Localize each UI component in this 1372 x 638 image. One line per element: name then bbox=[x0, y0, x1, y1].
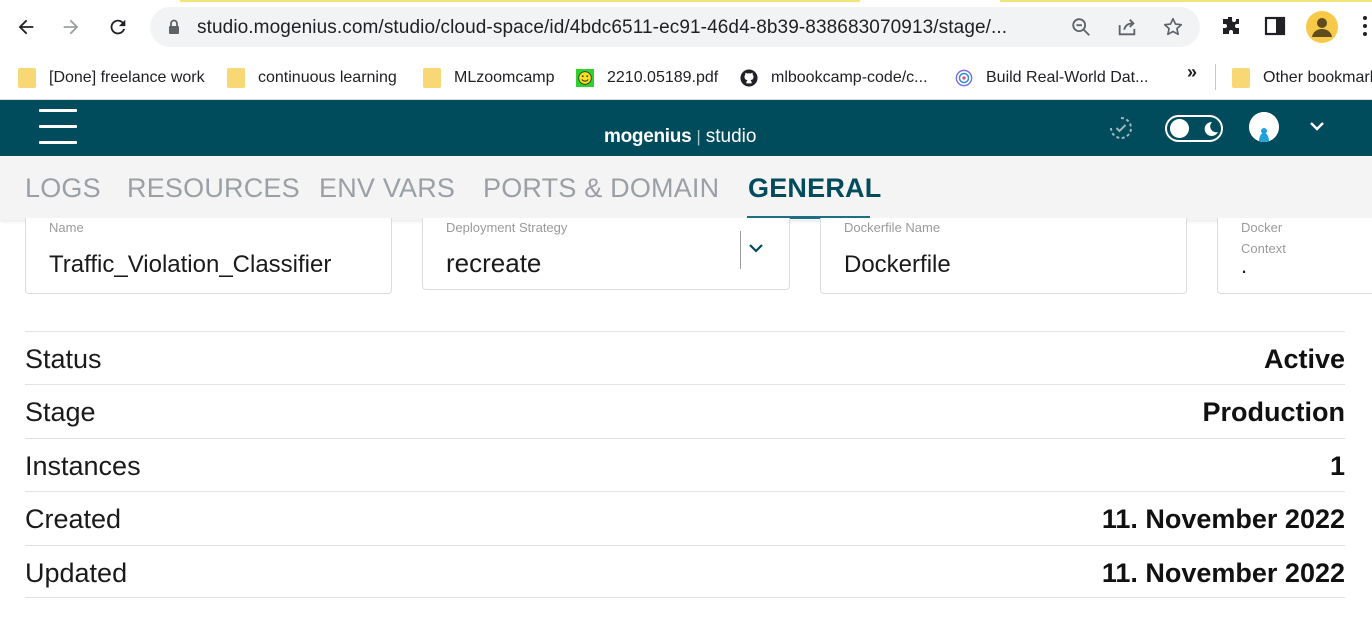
deployment-strategy-select[interactable]: Deployment Strategy recreate bbox=[422, 218, 790, 290]
info-key: Instances bbox=[25, 450, 141, 481]
info-row-created: Created 11. November 2022 bbox=[25, 491, 1345, 544]
extensions-icon[interactable] bbox=[1219, 14, 1243, 38]
status-check-icon[interactable] bbox=[1109, 116, 1133, 140]
bookmark-label: 2210.05189.pdf bbox=[607, 69, 719, 86]
folder-icon bbox=[1232, 68, 1250, 88]
field-label: Dockerfile Name bbox=[844, 220, 941, 235]
chevron-down-icon[interactable] bbox=[1308, 118, 1326, 134]
dockerfile-name-field[interactable]: Dockerfile Name Dockerfile bbox=[820, 218, 1187, 294]
brand-product: studio bbox=[705, 126, 757, 147]
menu-icon[interactable] bbox=[39, 109, 77, 147]
bookmark-label: MLzoomcamp bbox=[454, 69, 555, 86]
tab-env-vars[interactable]: ENV VARS bbox=[319, 173, 455, 204]
theme-toggle[interactable] bbox=[1165, 115, 1223, 142]
field-label: Deployment Strategy bbox=[446, 220, 568, 235]
address-bar[interactable]: studio.mogenius.com/studio/cloud-space/i… bbox=[150, 7, 1200, 47]
loading-bar bbox=[0, 0, 1372, 2]
docker-context-field[interactable]: Docker Context . bbox=[1217, 218, 1372, 294]
name-field[interactable]: Name Traffic_Violation_Classifier bbox=[25, 218, 392, 294]
field-label: Docker bbox=[1241, 220, 1283, 235]
chevron-down-icon[interactable] bbox=[747, 241, 765, 255]
info-row-status: Status Active bbox=[25, 331, 1345, 384]
bookmark-github[interactable]: mlbookcamp-code/c... bbox=[740, 65, 928, 91]
profile-avatar[interactable] bbox=[1306, 11, 1338, 43]
folder-icon bbox=[18, 68, 36, 88]
brand-separator: | bbox=[696, 127, 701, 146]
person-icon bbox=[1312, 18, 1332, 37]
smiley-icon bbox=[576, 69, 594, 87]
info-value: 11. November 2022 bbox=[1101, 504, 1345, 535]
brand-logo[interactable]: mogenius | studio bbox=[604, 126, 756, 148]
arrow-right-icon bbox=[63, 19, 79, 35]
bookmark-freelance-work[interactable]: [Done] freelance work bbox=[18, 65, 205, 91]
info-value: Production bbox=[1202, 397, 1346, 428]
bookmark-label: continuous learning bbox=[258, 69, 397, 86]
info-key: Updated bbox=[25, 557, 128, 588]
info-row-instances: Instances 1 bbox=[25, 437, 1345, 491]
reload-icon bbox=[110, 19, 126, 35]
github-icon bbox=[740, 69, 758, 87]
moon-icon bbox=[1204, 121, 1218, 136]
reload-button[interactable] bbox=[103, 12, 133, 42]
bookmark-label: Other bookmarks bbox=[1263, 69, 1372, 86]
field-value[interactable]: Dockerfile bbox=[844, 251, 951, 279]
target-icon bbox=[955, 69, 973, 87]
avatar-icon bbox=[1249, 112, 1279, 142]
side-panel-icon[interactable] bbox=[1263, 14, 1287, 38]
tab-ports-domain[interactable]: PORTS & DOMAIN bbox=[483, 173, 719, 204]
folder-icon bbox=[423, 68, 441, 88]
tab-general[interactable]: GENERAL bbox=[748, 173, 881, 204]
field-value[interactable]: recreate bbox=[446, 248, 541, 279]
service-info-table: Status Active Stage Production Instances… bbox=[25, 331, 1345, 598]
browser-menu-icon[interactable] bbox=[1362, 16, 1368, 38]
field-label: Context bbox=[1241, 241, 1286, 256]
bookmark-continuous-learning[interactable]: continuous learning bbox=[227, 65, 397, 91]
url-text[interactable]: studio.mogenius.com/studio/cloud-space/i… bbox=[197, 17, 1007, 39]
bookmark-label: Build Real-World Dat... bbox=[986, 69, 1149, 86]
star-icon[interactable] bbox=[1162, 16, 1184, 38]
info-value: 11. November 2022 bbox=[1101, 557, 1345, 588]
other-bookmarks[interactable]: Other bookmarks bbox=[1232, 65, 1372, 91]
field-value[interactable]: . bbox=[1241, 253, 1247, 279]
info-row-stage: Stage Production bbox=[25, 384, 1345, 437]
tab-resources[interactable]: RESOURCES bbox=[127, 173, 300, 204]
select-divider bbox=[740, 231, 741, 269]
tab-logs[interactable]: LOGS bbox=[25, 173, 101, 204]
lock-icon bbox=[169, 19, 179, 34]
bookmark-pdf[interactable]: 2210.05189.pdf bbox=[576, 65, 718, 91]
info-row-updated: Updated 11. November 2022 bbox=[25, 544, 1345, 598]
toggle-knob bbox=[1170, 119, 1189, 138]
bookmarks-divider bbox=[1215, 64, 1216, 90]
info-value: 1 bbox=[1329, 450, 1345, 481]
brand-name: mogenius bbox=[604, 126, 692, 147]
arrow-left-icon bbox=[18, 19, 34, 35]
folder-icon bbox=[227, 68, 245, 88]
info-key: Status bbox=[25, 344, 102, 374]
info-value: Active bbox=[1263, 344, 1345, 374]
field-label: Name bbox=[49, 220, 84, 235]
tab-bar: LOGS RESOURCES ENV VARS PORTS & DOMAIN G… bbox=[0, 156, 1372, 220]
info-key: Created bbox=[25, 504, 122, 535]
more-bookmarks-button[interactable]: » bbox=[1187, 62, 1197, 83]
bookmark-mlzoomcamp[interactable]: MLzoomcamp bbox=[423, 65, 554, 91]
zoom-icon[interactable] bbox=[1070, 16, 1092, 38]
user-avatar[interactable] bbox=[1249, 112, 1279, 142]
forward-button[interactable] bbox=[56, 12, 86, 42]
info-key: Stage bbox=[25, 397, 96, 428]
back-button[interactable] bbox=[11, 12, 41, 42]
browser-toolbar: studio.mogenius.com/studio/cloud-space/i… bbox=[0, 0, 1372, 56]
share-icon[interactable] bbox=[1116, 16, 1138, 38]
field-value[interactable]: Traffic_Violation_Classifier bbox=[49, 251, 331, 279]
bookmark-build-real-world[interactable]: Build Real-World Dat... bbox=[955, 65, 1148, 91]
bookmark-label: [Done] freelance work bbox=[49, 69, 205, 86]
bookmark-label: mlbookcamp-code/c... bbox=[771, 69, 928, 86]
bookmarks-bar: [Done] freelance work continuous learnin… bbox=[0, 56, 1372, 100]
